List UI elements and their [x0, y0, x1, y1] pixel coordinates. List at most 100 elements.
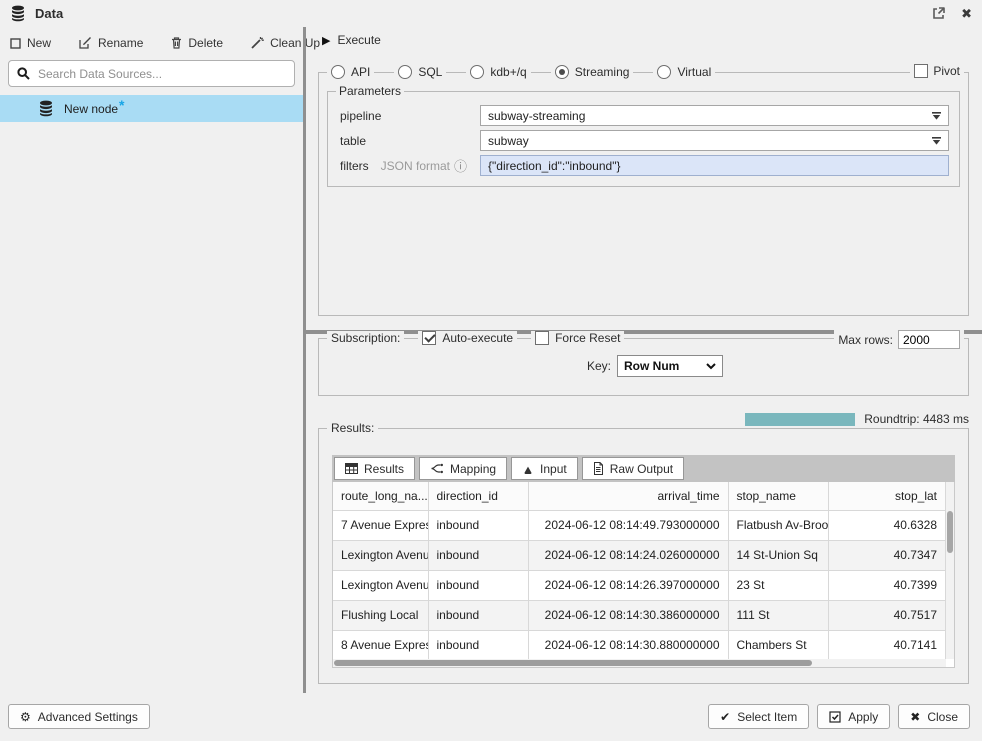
pipeline-label: pipeline — [340, 109, 480, 123]
chevron-down-icon — [706, 363, 716, 370]
document-icon — [593, 462, 604, 475]
new-button[interactable]: New — [10, 36, 51, 50]
results-legend: Results: — [327, 421, 378, 435]
table-icon — [345, 463, 358, 474]
tab-results[interactable]: Results — [334, 457, 415, 480]
radio-virtual[interactable]: Virtual — [653, 65, 715, 79]
node-label: New node — [64, 102, 118, 116]
check-icon: ✔ — [720, 710, 730, 724]
play-icon: ▶ — [322, 34, 330, 47]
column-header[interactable]: stop_name — [728, 482, 828, 510]
flask-icon — [522, 463, 534, 475]
horizontal-scrollbar — [333, 659, 946, 667]
radio-circle-checked — [555, 65, 569, 79]
table-row: table subway — [340, 130, 949, 151]
column-header[interactable]: arrival_time — [528, 482, 728, 510]
search-icon — [17, 67, 30, 80]
subscription-fieldset: Subscription: Auto-execute Force Reset M… — [318, 338, 969, 396]
vertical-scrollbar-thumb[interactable] — [947, 511, 953, 553]
parameters-legend: Parameters — [336, 84, 404, 98]
rename-button[interactable]: Rename — [79, 36, 143, 50]
close-icon[interactable]: ✖ — [961, 6, 972, 22]
dropdown-caret-icon — [932, 112, 941, 120]
dropdown-caret-icon — [932, 137, 941, 145]
table-row[interactable]: 7 Avenue Expres inbound 2024-06-12 08:14… — [333, 510, 946, 540]
search-input[interactable] — [38, 67, 286, 81]
search-box — [8, 60, 295, 87]
radio-circle — [398, 65, 412, 79]
pipeline-select[interactable]: subway-streaming — [480, 105, 949, 126]
checkbox-box — [914, 64, 928, 78]
data-source-list: New node* — [0, 95, 303, 122]
radio-circle — [657, 65, 671, 79]
tab-raw-output[interactable]: Raw Output — [582, 457, 684, 480]
checkbox-checked — [422, 331, 436, 345]
radio-api[interactable]: API — [327, 65, 374, 79]
mapping-icon — [430, 463, 444, 474]
advanced-settings-button[interactable]: ⚙ Advanced Settings — [8, 704, 150, 729]
close-icon: ✖ — [910, 710, 920, 724]
horizontal-scrollbar-thumb[interactable] — [334, 660, 812, 666]
auto-execute-checkbox[interactable]: Auto-execute — [418, 331, 517, 345]
key-select[interactable]: Row Num — [617, 355, 723, 377]
radio-streaming[interactable]: Streaming — [551, 65, 634, 79]
column-header[interactable]: route_long_na... — [333, 482, 428, 510]
apply-button[interactable]: Apply — [817, 704, 890, 729]
table-label: table — [340, 134, 480, 148]
wand-icon — [251, 37, 264, 49]
table-row[interactable]: Flushing Local inbound 2024-06-12 08:14:… — [333, 600, 946, 630]
new-icon — [10, 38, 21, 49]
tab-mapping[interactable]: Mapping — [419, 457, 507, 480]
list-item-new-node[interactable]: New node* — [0, 95, 303, 122]
filters-input[interactable] — [480, 155, 949, 176]
subscription-legend: Subscription: — [327, 331, 404, 345]
info-icon[interactable]: ⓘ — [454, 156, 467, 175]
delete-button[interactable]: Delete — [171, 36, 223, 50]
roundtrip-label: Roundtrip: 4483 ms — [864, 412, 969, 426]
filters-row: filters JSON format ⓘ — [340, 155, 949, 176]
rename-icon — [79, 37, 92, 49]
database-icon — [10, 5, 26, 22]
window-title: Data — [35, 6, 63, 21]
pivot-checkbox[interactable]: Pivot — [910, 64, 964, 78]
radio-sql[interactable]: SQL — [394, 65, 446, 79]
table-header-row: route_long_na... direction_id arrival_ti… — [333, 482, 946, 510]
footer-bar: ⚙ Advanced Settings ✔ Select Item Apply … — [0, 695, 982, 741]
parameters-fieldset: Parameters pipeline subway-streaming tab… — [327, 91, 960, 187]
vertical-scrollbar — [946, 482, 954, 659]
table-row[interactable]: Lexington Avenu inbound 2024-06-12 08:14… — [333, 570, 946, 600]
key-label: Key: — [587, 359, 611, 373]
tab-input[interactable]: Input — [511, 457, 578, 480]
database-icon — [38, 100, 54, 117]
filters-label: filters — [340, 159, 369, 173]
table-select[interactable]: subway — [480, 130, 949, 151]
max-rows-label: Max rows: — [838, 333, 893, 347]
trash-icon — [171, 37, 182, 49]
filters-hint: JSON format — [381, 159, 450, 173]
window-titlebar: Data ✖ — [0, 0, 982, 27]
radio-kdbq[interactable]: kdb+/q — [466, 65, 530, 79]
data-sources-sidebar: New Rename Delete Clean — [0, 27, 303, 695]
force-reset-checkbox[interactable]: Force Reset — [531, 331, 624, 345]
pipeline-row: pipeline subway-streaming — [340, 105, 949, 126]
table-row[interactable]: 8 Avenue Expres inbound 2024-06-12 08:14… — [333, 630, 946, 660]
radio-circle — [470, 65, 484, 79]
popout-icon[interactable] — [932, 7, 945, 20]
checkbox-box — [535, 331, 549, 345]
close-button[interactable]: ✖ Close — [898, 704, 970, 729]
roundtrip-progress-bar — [745, 413, 855, 426]
gear-icon: ⚙ — [20, 710, 31, 724]
execute-button[interactable]: ▶ Execute — [322, 33, 381, 47]
sidebar-toolbar: New Rename Delete Clean — [0, 27, 303, 58]
column-header[interactable]: stop_lat — [828, 482, 946, 510]
query-type-fieldset: API SQL kdb+/q Streaming Virtual Pivot — [318, 72, 969, 316]
max-rows-input[interactable] — [898, 330, 960, 349]
checkbox-check-icon — [829, 711, 841, 723]
status-row: Roundtrip: 4483 ms — [745, 412, 969, 426]
select-item-button[interactable]: ✔ Select Item — [708, 704, 809, 729]
column-header[interactable]: direction_id — [428, 482, 528, 510]
results-grid: route_long_na... direction_id arrival_ti… — [332, 482, 955, 668]
radio-circle — [331, 65, 345, 79]
table-row[interactable]: Lexington Avenu inbound 2024-06-12 08:14… — [333, 540, 946, 570]
key-row: Key: Row Num — [587, 355, 723, 377]
